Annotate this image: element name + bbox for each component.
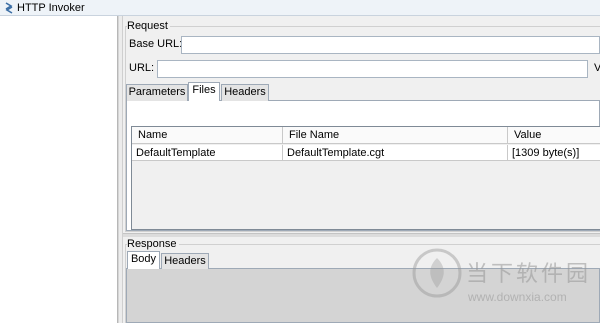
request-group-label: Request	[127, 20, 170, 32]
app-icon	[5, 2, 13, 14]
tab-body[interactable]: Body	[127, 251, 160, 269]
column-header-value[interactable]: Value	[508, 127, 600, 144]
horizontal-splitter[interactable]	[123, 233, 600, 237]
tab-files[interactable]: Files	[188, 82, 220, 101]
window-title: HTTP Invoker	[17, 2, 85, 14]
left-tree-pane[interactable]	[0, 16, 118, 323]
base-url-label: Base URL:	[129, 38, 183, 50]
url-label: URL:	[129, 62, 155, 74]
downxia-logo-icon	[412, 248, 462, 298]
table-cell-name[interactable]: DefaultTemplate	[132, 145, 283, 161]
tab-headers[interactable]: Headers	[221, 84, 269, 101]
tab-response-headers[interactable]: Headers	[161, 253, 209, 269]
title-bar	[0, 0, 600, 16]
url-input[interactable]	[157, 60, 588, 78]
table-cell-value[interactable]: [1309 byte(s)]	[508, 145, 600, 161]
response-group-label: Response	[127, 238, 179, 250]
column-header-name[interactable]: Name	[132, 127, 283, 144]
column-header-file-name[interactable]: File Name	[283, 127, 508, 144]
tab-parameters[interactable]: Parameters	[126, 84, 188, 101]
clipped-label: V	[594, 62, 600, 74]
base-url-input[interactable]	[181, 36, 600, 54]
watermark-brand: 当下软件园	[466, 262, 592, 287]
table-cell-file-name[interactable]: DefaultTemplate.cgt	[283, 145, 508, 161]
watermark-url: www.downxia.com	[468, 290, 567, 304]
